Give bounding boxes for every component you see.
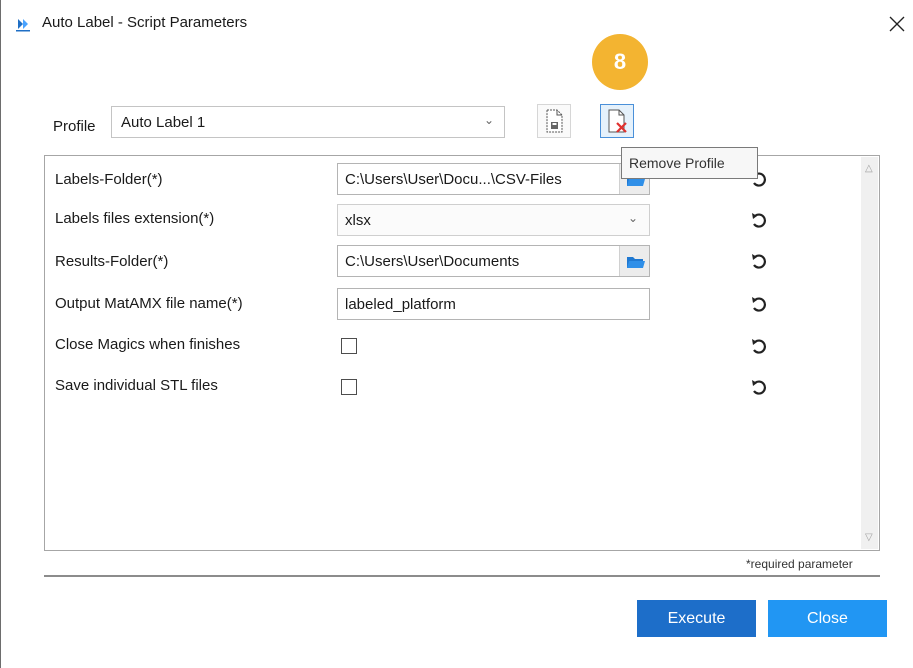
- labels-folder-value: C:\Users\User\Docu...\CSV-Files: [345, 171, 562, 188]
- scroll-down-icon[interactable]: ▽: [865, 532, 873, 543]
- remove-profile-tooltip: Remove Profile: [621, 147, 758, 179]
- labels-extension-value: xlsx: [345, 212, 371, 229]
- reset-save-stl-icon[interactable]: [751, 378, 767, 396]
- close-magics-label: Close Magics when finishes: [55, 336, 241, 353]
- footer-divider: [44, 575, 880, 577]
- output-file-name-value: labeled_platform: [345, 296, 456, 313]
- step-number: 8: [613, 49, 627, 74]
- output-file-name-input[interactable]: labeled_platform: [337, 288, 650, 320]
- results-folder-field[interactable]: C:\Users\User\Documents: [337, 245, 650, 277]
- reset-labels-extension-icon[interactable]: [751, 211, 767, 229]
- reset-results-folder-icon[interactable]: [751, 252, 767, 270]
- required-parameter-note: *required parameter: [746, 557, 853, 571]
- profile-dropdown[interactable]: Auto Label 1 ⌄: [111, 106, 505, 138]
- profile-label: Profile: [53, 118, 96, 135]
- window-close-icon[interactable]: [883, 10, 911, 38]
- output-file-name-label: Output MatAMX file name(*): [55, 295, 243, 312]
- save-stl-label: Save individual STL files: [55, 377, 218, 394]
- results-folder-browse-button[interactable]: [619, 246, 649, 276]
- save-profile-button[interactable]: [537, 104, 571, 138]
- labels-folder-label: Labels-Folder(*): [55, 171, 163, 188]
- chevron-down-icon: ⌄: [627, 211, 638, 225]
- remove-profile-icon: [608, 109, 627, 133]
- window-border: [0, 0, 1, 668]
- scroll-up-icon[interactable]: △: [865, 163, 873, 174]
- save-profile-icon: [546, 109, 563, 133]
- title-bar: Auto Label - Script Parameters: [0, 0, 913, 46]
- profile-selected-value: Auto Label 1: [121, 114, 206, 131]
- vertical-scrollbar[interactable]: △ ▽: [861, 157, 878, 549]
- save-stl-checkbox[interactable]: [341, 379, 357, 395]
- labels-extension-dropdown[interactable]: xlsx ⌄: [337, 204, 650, 236]
- close-button[interactable]: Close: [768, 600, 887, 637]
- chevron-down-icon: ⌄: [483, 113, 494, 127]
- execute-button[interactable]: Execute: [637, 600, 756, 637]
- folder-icon: [627, 257, 645, 268]
- labels-extension-label: Labels files extension(*): [55, 210, 215, 227]
- reset-output-file-name-icon[interactable]: [751, 295, 767, 313]
- remove-profile-button[interactable]: [600, 104, 634, 138]
- auto-label-app-icon: [16, 19, 30, 32]
- results-folder-value: C:\Users\User\Documents: [345, 253, 520, 270]
- close-magics-checkbox[interactable]: [341, 338, 357, 354]
- step-number-badge: 8: [592, 34, 648, 90]
- reset-close-magics-icon[interactable]: [751, 337, 767, 355]
- window-title: Auto Label - Script Parameters: [42, 14, 248, 31]
- results-folder-label: Results-Folder(*): [55, 253, 169, 270]
- labels-folder-field[interactable]: C:\Users\User\Docu...\CSV-Files: [337, 163, 650, 195]
